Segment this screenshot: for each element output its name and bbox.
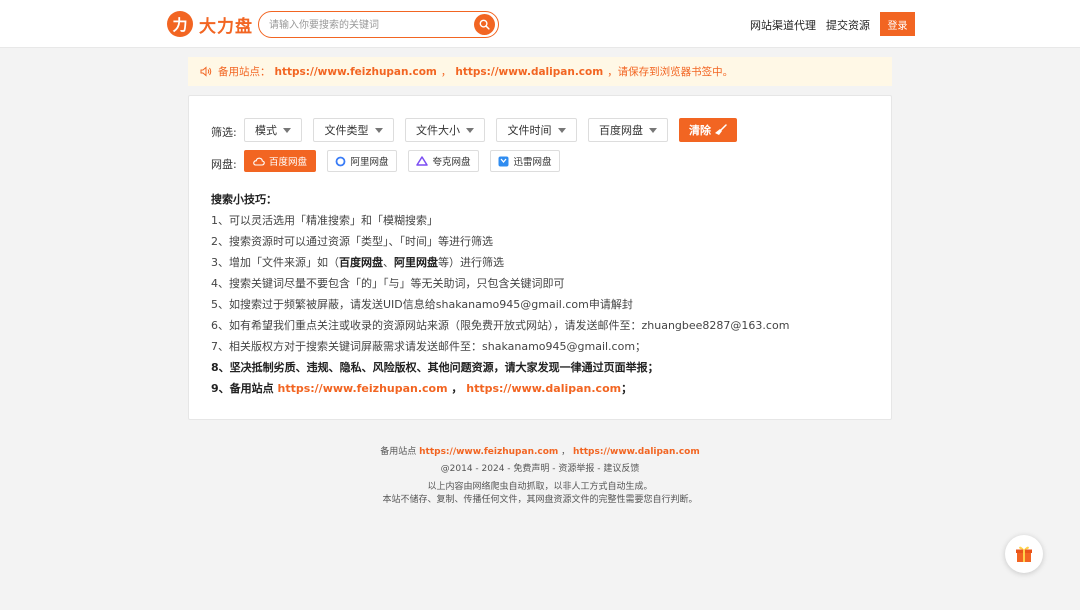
filter-netdisk-label: 百度网盘 — [599, 124, 643, 137]
search-icon — [479, 19, 490, 30]
tip-4: 4、搜索关键词尽量不要包含「的」「与」等无关助词，只包含关键词即可 — [211, 277, 565, 290]
site-logo[interactable]: 力 大力盘 — [167, 11, 253, 37]
logo-text: 大力盘 — [199, 16, 253, 37]
clear-label: 清除 — [689, 124, 711, 137]
backup-site-notice: 备用站点： https://www.feizhupan.com ， https:… — [188, 57, 892, 86]
caret-down-icon — [466, 127, 474, 133]
clear-filters-button[interactable]: 清除 — [679, 118, 737, 142]
xunlei-icon — [498, 156, 509, 167]
disk-baidu-label: 百度网盘 — [268, 157, 307, 168]
caret-down-icon — [283, 127, 291, 133]
filter-label: 筛选: — [211, 126, 237, 139]
filter-file-size-dropdown[interactable]: 文件大小 — [405, 118, 485, 142]
disk-aliyun-button[interactable]: 阿里网盘 — [327, 150, 397, 172]
top-header: 力 大力盘 网站渠道代理 提交资源 登录 — [0, 0, 1080, 48]
tip-3-aliyun: 阿里网盘 — [394, 256, 438, 269]
gift-button[interactable] — [1005, 535, 1043, 573]
caret-down-icon — [374, 127, 383, 133]
disk-aliyun-label: 阿里网盘 — [350, 157, 389, 168]
caret-down-icon — [649, 127, 657, 133]
nav-submit-resource[interactable]: 提交资源 — [826, 17, 870, 33]
aliyun-drive-icon — [335, 156, 346, 167]
search-tips-title: 搜索小技巧： — [211, 193, 277, 206]
search-box — [258, 11, 499, 38]
search-input[interactable] — [269, 16, 469, 34]
tip-1: 1、可以灵活选用「精准搜索」和「模糊搜索」 — [211, 214, 438, 227]
tip-5: 5、如搜索过于频繁被屏蔽，请发送UID信息给shakanamo945@gmail… — [211, 298, 633, 311]
nav-channel-agent[interactable]: 网站渠道代理 — [750, 17, 816, 33]
footer-disclaimer-1: 以上内容由网络爬虫自动抓取，以非人工方式自动生成。 — [427, 482, 653, 492]
footer-backup-sites: 备用站点 https://www.feizhupan.com ， https:/… — [0, 444, 1080, 457]
footer-backup-prefix: 备用站点 — [380, 447, 420, 457]
filter-netdisk-dropdown[interactable]: 百度网盘 — [588, 118, 668, 142]
filter-file-type-label: 文件类型 — [324, 124, 369, 137]
footer-link-feizhupan[interactable]: https://www.feizhupan.com — [419, 447, 558, 457]
disk-quark-button[interactable]: 夸克网盘 — [408, 150, 479, 172]
footer-separator: ， — [558, 447, 574, 457]
tip-8: 8、坚决抵制劣质、违规、隐私、风险版权、其他问题资源，请大家发现一律通过页面举报… — [211, 361, 659, 374]
footer-copyright: @2014 - 2024 - 免费声明 - 资源举报 - 建议反馈 — [440, 464, 640, 474]
gift-icon — [1016, 546, 1032, 562]
footer-link-dalipan[interactable]: https://www.dalipan.com — [573, 447, 700, 457]
caret-down-icon — [557, 127, 566, 133]
notice-prefix: 备用站点： — [218, 66, 271, 78]
tip-9-suffix: ； — [621, 382, 633, 395]
tip-9: 9、备用站点 https://www.feizhupan.com ， https… — [211, 380, 632, 396]
filter-mode-label: 模式 — [255, 124, 277, 137]
tip-2: 2、搜索资源时可以通过资源「类型」、「时间」等进行筛选 — [211, 235, 493, 248]
disk-quark-label: 夸克网盘 — [432, 157, 471, 168]
tip-7: 7、相关版权方对于搜索关键词屏蔽需求请发送邮件至：shakanamo945@gm… — [211, 340, 647, 353]
tip-6: 6、如有希望我们重点关注或收录的资源网站来源（限免费开放式网站），请发送邮件至：… — [211, 319, 790, 332]
disk-xunlei-label: 迅雷网盘 — [513, 157, 552, 168]
tip-3: 3、增加「文件来源」如（百度网盘、阿里网盘等）进行筛选 — [211, 254, 504, 270]
filter-file-type-dropdown[interactable]: 文件类型 — [313, 118, 394, 142]
login-button[interactable]: 登录 — [880, 12, 915, 36]
tip-9-link-feizhupan[interactable]: https://www.feizhupan.com — [277, 382, 447, 395]
cloud-icon — [253, 157, 265, 166]
tip-3-baidu: 百度网盘 — [339, 256, 383, 269]
footer-disclaimer-2: 本站不储存、复制、传播任何文件，其网盘资源文件的完整性需要您自行判断。 — [382, 495, 698, 505]
notice-separator: ， — [440, 66, 452, 78]
filter-file-time-dropdown[interactable]: 文件时间 — [496, 118, 577, 142]
notice-link-dalipan[interactable]: https://www.dalipan.com — [455, 66, 603, 78]
filter-file-size-label: 文件大小 — [416, 124, 460, 137]
quark-icon — [416, 156, 429, 166]
disk-xunlei-button[interactable]: 迅雷网盘 — [490, 150, 560, 172]
netdisk-label: 网盘: — [211, 158, 237, 171]
tip-3-separator: 、 — [383, 256, 394, 269]
filter-mode-dropdown[interactable]: 模式 — [244, 118, 302, 142]
filter-file-time-label: 文件时间 — [507, 124, 552, 137]
logo-mark-icon: 力 — [167, 11, 193, 37]
broom-icon — [715, 124, 727, 135]
disk-baidu-button[interactable]: 百度网盘 — [244, 150, 316, 172]
tip-9-separator: ， — [447, 382, 467, 395]
speaker-icon — [200, 66, 212, 77]
tip-9-prefix: 9、备用站点 — [211, 382, 278, 395]
tip-9-link-dalipan[interactable]: https://www.dalipan.com — [466, 382, 621, 395]
notice-suffix: ，请保存到浏览器书签中。 — [607, 66, 734, 78]
notice-link-feizhupan[interactable]: https://www.feizhupan.com — [275, 66, 437, 78]
tip-3-prefix: 3、增加「文件来源」如（ — [211, 256, 339, 269]
tip-3-suffix: 等）进行筛选 — [438, 256, 504, 269]
search-button[interactable] — [474, 14, 495, 35]
